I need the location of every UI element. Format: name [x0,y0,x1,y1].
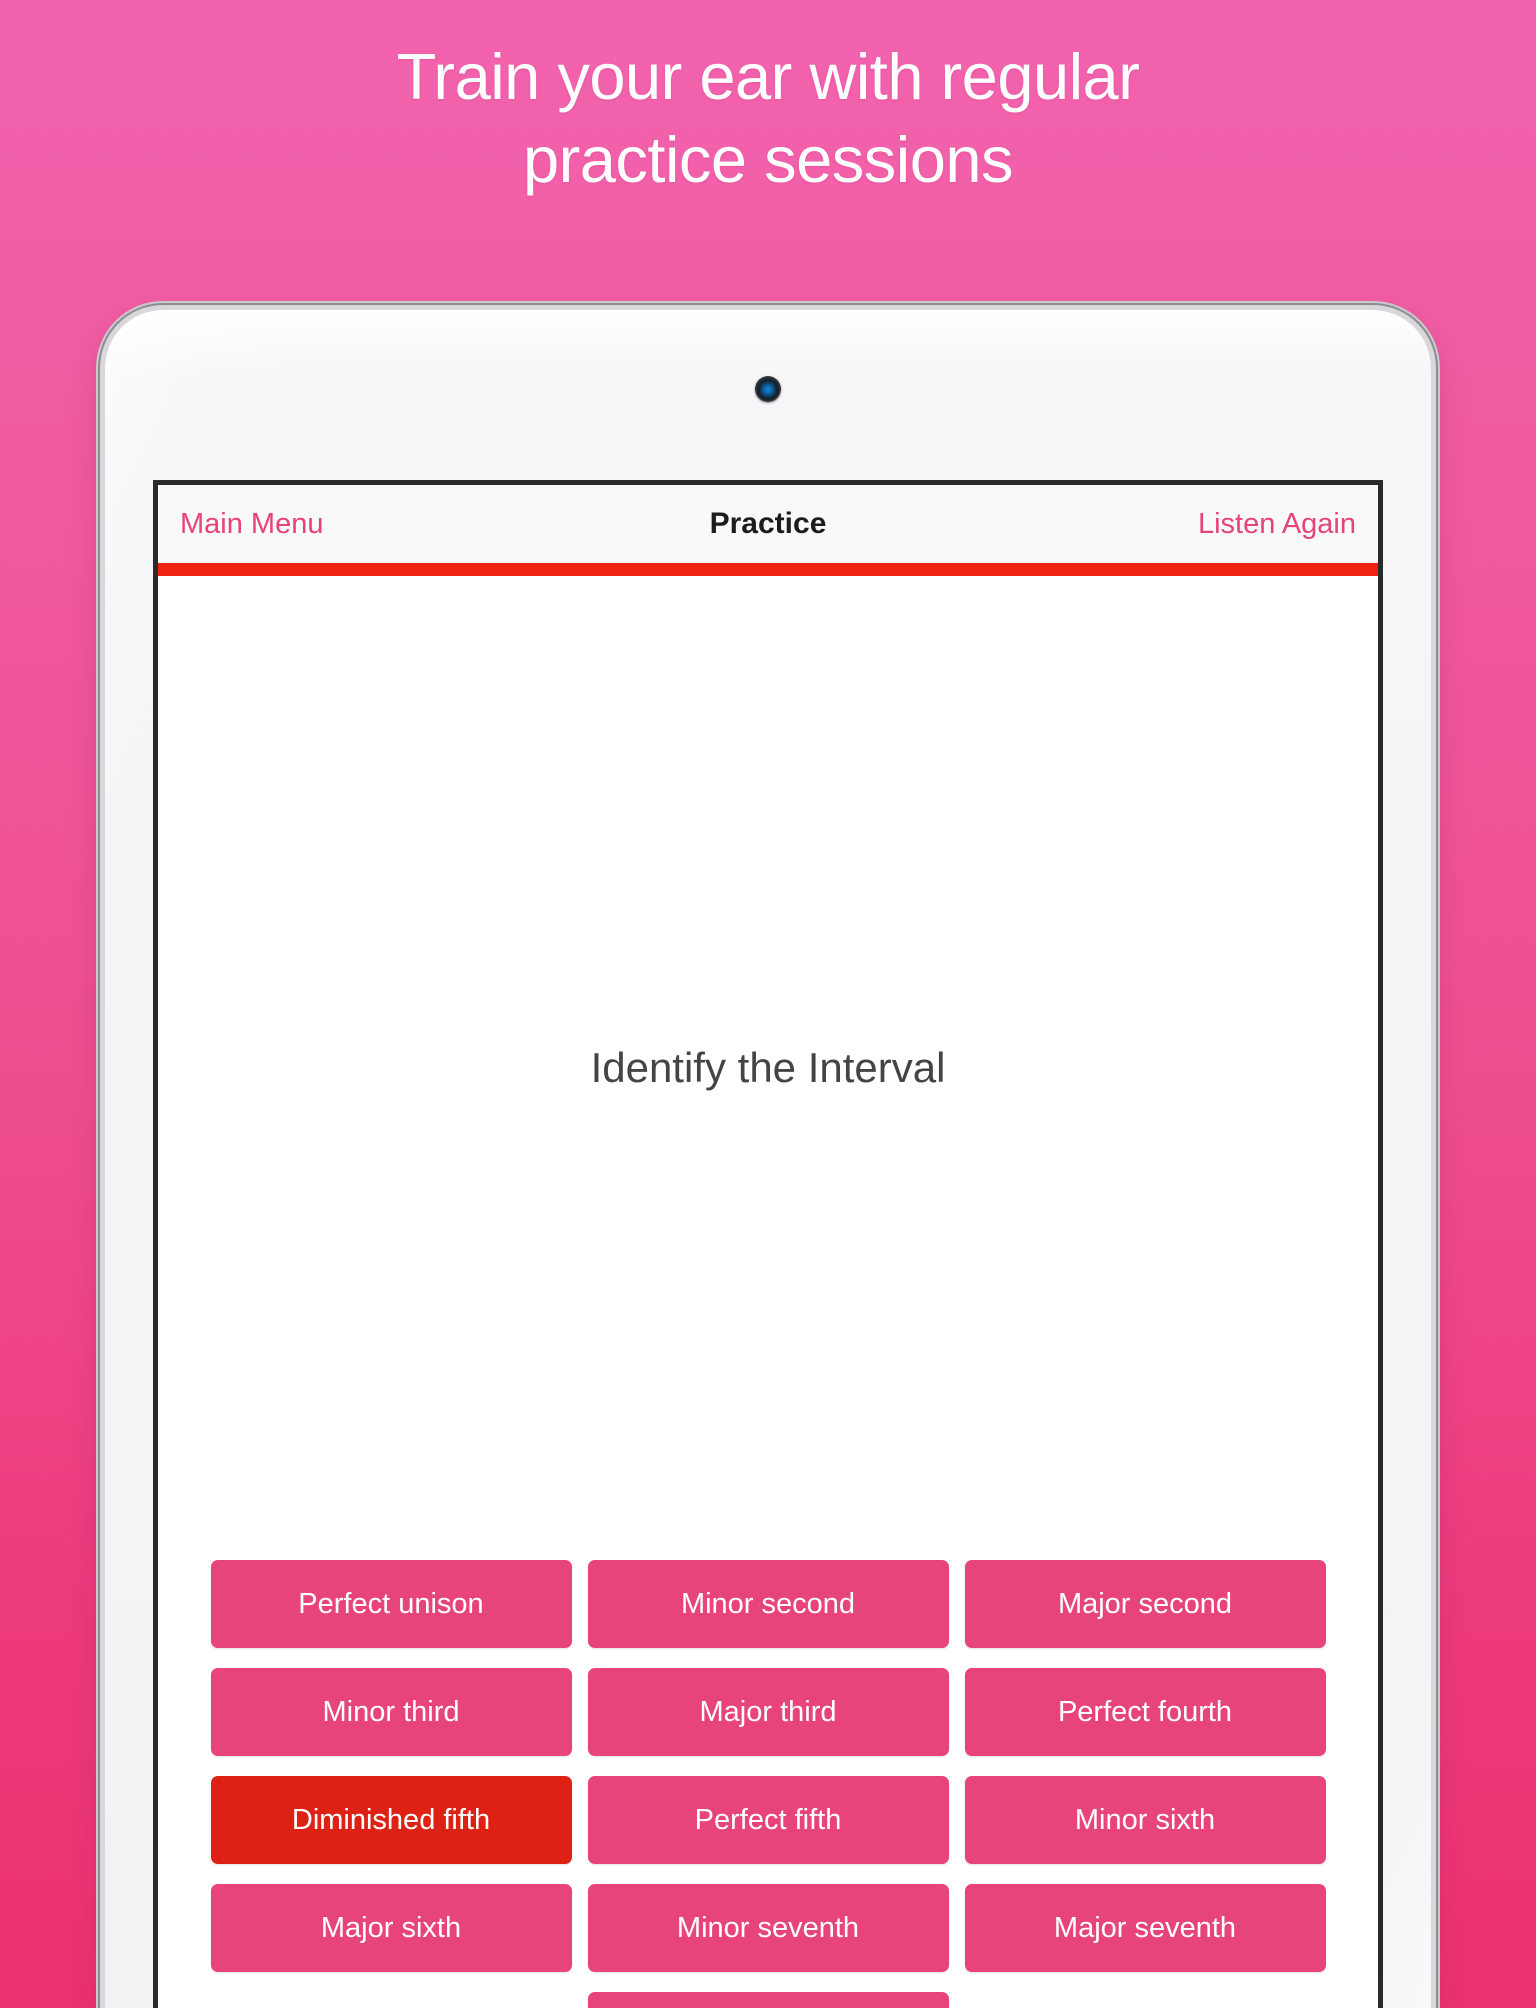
progress-bar [158,563,1378,576]
answer-row: Perfect octave [180,1992,1356,2008]
answer-button[interactable]: Minor sixth [964,1776,1326,1864]
interval-prompt-text: Identify the Interval [590,1044,946,1091]
answer-button[interactable]: Major second [964,1560,1326,1648]
answer-button[interactable]: Major sixth [210,1884,572,1972]
answer-button[interactable]: Perfect unison [210,1560,572,1648]
answer-button[interactable]: Minor third [210,1668,572,1756]
answer-row: Perfect unison Minor second Major second [180,1560,1356,1648]
answer-button[interactable]: Diminished fifth [210,1776,572,1864]
answer-row: Diminished fifth Perfect fifth Minor sixth [180,1776,1356,1864]
promo-headline-line-1: Train your ear with regular [396,40,1140,113]
promo-headline: Train your ear with regular practice ses… [0,36,1536,201]
page-title: Practice [709,507,827,540]
app-navbar: Main Menu Practice Listen Again [158,485,1378,563]
listen-again-button[interactable]: Listen Again [1198,508,1356,541]
app-screen: Main Menu Practice Listen Again Identify… [153,480,1383,2008]
practice-content: Identify the Interval Perfect unison Mino… [158,576,1378,2008]
answer-button[interactable]: Perfect fifth [587,1776,949,1864]
answer-row: Major sixth Minor seventh Major seventh [180,1884,1356,1972]
prompt-area: Identify the Interval [158,576,1378,1560]
promo-headline-line-2: practice sessions [522,122,1014,196]
tablet-device-frame: Main Menu Practice Listen Again Identify… [105,310,1431,2008]
answer-button[interactable]: Minor second [587,1560,949,1648]
answer-button[interactable]: Major third [587,1668,949,1756]
main-menu-button[interactable]: Main Menu [180,508,323,541]
answer-button[interactable]: Major seventh [964,1884,1326,1972]
answer-button[interactable]: Perfect octave [587,1992,949,2008]
answer-grid: Perfect unison Minor second Major second Mi… [158,1560,1378,2008]
answer-button[interactable]: Minor seventh [587,1884,949,1972]
camera-lens-icon [755,376,781,402]
answer-button[interactable]: Perfect fourth [964,1668,1326,1756]
answer-row: Minor third Major third Perfect fourth [180,1668,1356,1756]
